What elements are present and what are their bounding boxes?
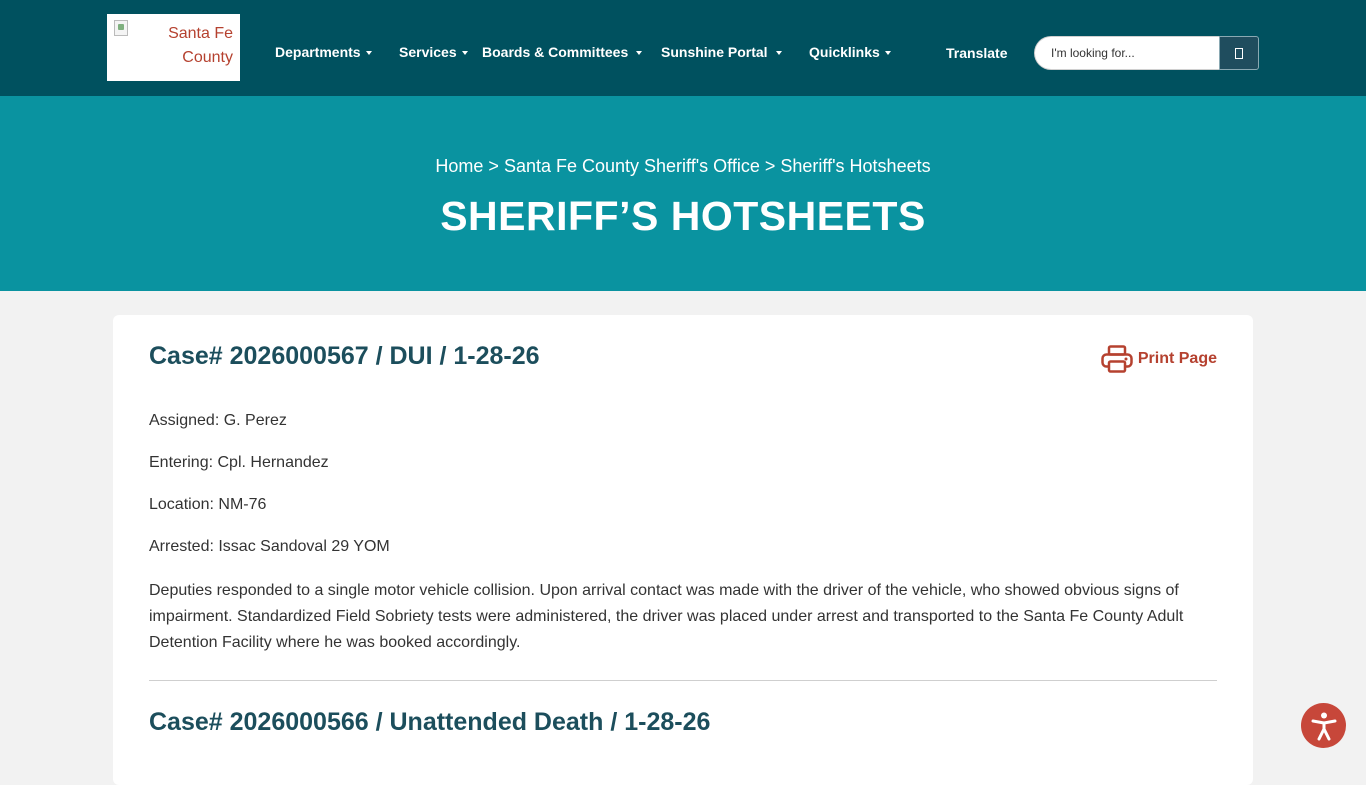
nav-quicklinks-label: Quicklinks (809, 44, 880, 60)
nav-sunshine-portal-label: Sunshine Portal (661, 44, 768, 60)
page-hero: Home > Santa Fe County Sheriff's Office … (0, 96, 1366, 291)
site-logo[interactable]: Santa Fe County (107, 14, 240, 81)
caret-down-icon (365, 50, 372, 55)
print-page-label: Print Page (1137, 350, 1217, 367)
breadcrumb: Home > Santa Fe County Sheriff's Office … (0, 155, 1366, 177)
search-form (1034, 36, 1259, 70)
nav-departments-label: Departments (275, 44, 361, 60)
case-assigned: Assigned: G. Perez (149, 412, 287, 429)
caret-down-icon (884, 50, 891, 55)
search-button[interactable] (1219, 36, 1259, 70)
breadcrumb-home[interactable]: Home (435, 156, 483, 176)
caret-down-icon (461, 50, 468, 55)
caret-down-icon (775, 50, 782, 55)
nav-boards-committees[interactable]: Boards & Committees (482, 43, 643, 61)
nav-boards-committees-label: Boards & Committees (482, 44, 629, 60)
breadcrumb-sheriffs-office[interactable]: Santa Fe County Sheriff's Office (504, 156, 760, 176)
printer-icon (1101, 345, 1133, 373)
accessibility-button[interactable] (1301, 703, 1346, 748)
breadcrumb-current: Sheriff's Hotsheets (780, 156, 931, 176)
breadcrumb-separator: > (764, 156, 776, 176)
nav-services-label: Services (399, 44, 457, 60)
nav-sunshine-portal[interactable]: Sunshine Portal (661, 43, 782, 61)
accessibility-icon (1311, 712, 1336, 740)
nav-departments[interactable]: Departments (275, 43, 372, 61)
caret-down-icon (636, 50, 643, 55)
page-title: SHERIFF’S HOTSHEETS (440, 193, 926, 239)
translate-link[interactable]: Translate (946, 44, 1007, 62)
broken-image-icon (114, 20, 128, 36)
nav-quicklinks[interactable]: Quicklinks (809, 43, 891, 61)
case-title: Case# 2026000566 / Unattended Death / 1-… (149, 708, 711, 736)
breadcrumb-separator: > (488, 156, 499, 176)
search-input[interactable] (1034, 36, 1220, 70)
content-card: Case# 2026000567 / DUI / 1-28-26 Print P… (113, 315, 1253, 785)
logo-alt-text: Santa Fe County (168, 25, 233, 66)
top-navigation-bar: Santa Fe County Departments Services Boa… (0, 0, 1366, 96)
case-entering: Entering: Cpl. Hernandez (149, 454, 329, 471)
case-arrested: Arrested: Issac Sandoval 29 YOM (149, 538, 390, 555)
case-description: Deputies responded to a single motor veh… (149, 582, 1184, 651)
case-location: Location: NM-76 (149, 496, 267, 513)
print-page-button[interactable]: Print Page (1101, 345, 1217, 373)
case-title: Case# 2026000567 / DUI / 1-28-26 (149, 342, 540, 370)
search-icon (1235, 47, 1243, 59)
nav-services[interactable]: Services (399, 43, 468, 61)
case-divider (149, 680, 1217, 681)
